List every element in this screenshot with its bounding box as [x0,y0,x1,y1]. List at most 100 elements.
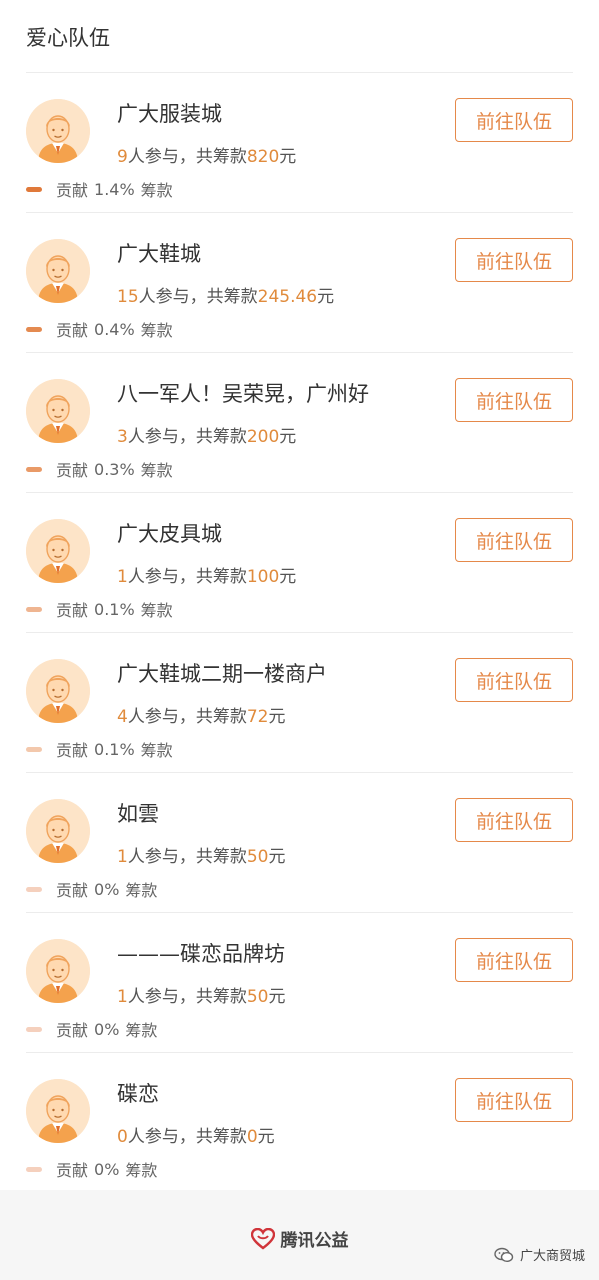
team-stats: 15人参与，共筹款245.46元 [117,282,334,307]
contribution-bar [26,606,42,612]
avatar [26,239,90,303]
currency-label: 元 [279,567,297,587]
team-name: 广大皮具城 [117,522,222,546]
go-to-team-button[interactable]: 前往队伍 [455,238,573,282]
contribution: 贡献 0.1% 筹款 [26,597,173,621]
contribution-suffix: 筹款 [125,1021,158,1040]
contribution-suffix: 筹款 [140,181,173,200]
go-to-team-button[interactable]: 前往队伍 [455,518,573,562]
go-to-team-button[interactable]: 前往队伍 [455,1078,573,1122]
team-row: 广大鞋城二期一楼商户 4人参与，共筹款72元 贡献 0.1% 筹款 前往队伍 [26,632,573,772]
currency-label: 元 [268,707,286,727]
currency-label: 元 [268,987,286,1007]
person-avatar-icon [26,1079,90,1143]
footer: 腾讯公益 广大商贸城 [0,1190,599,1280]
participant-count: 1 [117,567,128,587]
team-stats: 4人参与，共筹款72元 [117,702,285,727]
go-to-team-button[interactable]: 前往队伍 [455,798,573,842]
contribution-suffix: 筹款 [140,461,173,480]
watermark-text: 广大商贸城 [519,1249,585,1264]
team-stats: 1人参与，共筹款100元 [117,562,296,587]
go-to-team-button[interactable]: 前往队伍 [455,658,573,702]
team-name: 广大鞋城 [117,242,201,266]
participant-label: 人参与，共筹款 [127,567,247,587]
team-name: 碟恋 [117,1082,159,1106]
currency-label: 元 [279,427,297,447]
team-list: 广大服装城 9人参与，共筹款820元 贡献 1.4% 筹款 前往队伍 广大鞋城 … [0,73,599,1192]
person-avatar-icon [26,799,90,863]
participant-count: 9 [117,147,128,167]
contribution-percent: 0.4% [94,319,135,339]
participant-count: 15 [117,287,139,307]
person-avatar-icon [26,239,90,303]
participant-label: 人参与，共筹款 [138,287,258,307]
currency-label: 元 [257,1127,275,1147]
participant-count: 1 [117,987,128,1007]
contribution-suffix: 筹款 [140,601,173,620]
team-stats: 3人参与，共筹款200元 [117,422,296,447]
team-name: 广大鞋城二期一楼商户 [117,662,327,686]
currency-label: 元 [317,287,335,307]
contribution-bar [26,1166,42,1172]
contribution-prefix: 贡献 [56,461,89,480]
contribution-prefix: 贡献 [56,741,89,760]
section-header: 爱心队伍 [0,0,599,72]
participant-label: 人参与，共筹款 [127,987,247,1007]
contribution-suffix: 筹款 [125,881,158,900]
contribution-bar [26,746,42,752]
amount-raised: 245.46 [257,287,318,307]
avatar [26,659,90,723]
amount-raised: 200 [246,427,280,447]
wechat-icon [494,1247,514,1262]
avatar [26,99,90,163]
contribution-bar [26,326,42,332]
team-name: 八一军人！吴荣晃，广州好 [117,382,369,406]
avatar [26,799,90,863]
currency-label: 元 [268,847,286,867]
person-avatar-icon [26,379,90,443]
team-row: 广大皮具城 1人参与，共筹款100元 贡献 0.1% 筹款 前往队伍 [26,492,573,632]
team-stats: 0人参与，共筹款0元 [117,1122,275,1147]
amount-raised: 50 [246,847,269,867]
contribution: 贡献 0% 筹款 [26,1157,157,1181]
team-stats: 1人参与，共筹款50元 [117,982,285,1007]
contribution-prefix: 贡献 [56,601,89,620]
contribution-percent: 0.3% [94,459,135,479]
go-to-team-button[interactable]: 前往队伍 [455,98,573,142]
participant-count: 4 [117,707,128,727]
brand-name: 腾讯公益 [280,1231,349,1251]
amount-raised: 100 [246,567,280,587]
contribution-percent: 0% [94,1019,120,1039]
team-row: 广大鞋城 15人参与，共筹款245.46元 贡献 0.4% 筹款 前往队伍 [26,212,573,352]
go-to-team-button[interactable]: 前往队伍 [455,378,573,422]
avatar [26,519,90,583]
contribution-suffix: 筹款 [140,741,173,760]
person-avatar-icon [26,519,90,583]
contribution-prefix: 贡献 [56,881,89,900]
team-name: 广大服装城 [117,102,222,126]
participant-label: 人参与，共筹款 [127,147,247,167]
participant-count: 1 [117,847,128,867]
contribution: 贡献 0% 筹款 [26,1017,157,1041]
team-row: 如雲 1人参与，共筹款50元 贡献 0% 筹款 前往队伍 [26,772,573,912]
section-title: 爱心队伍 [26,26,110,50]
team-stats: 9人参与，共筹款820元 [117,142,296,167]
go-to-team-button[interactable]: 前往队伍 [455,938,573,982]
team-row: 八一军人！吴荣晃，广州好 3人参与，共筹款200元 贡献 0.3% 筹款 前往队… [26,352,573,492]
contribution: 贡献 0% 筹款 [26,877,157,901]
contribution-percent: 0% [94,1159,120,1179]
team-stats: 1人参与，共筹款50元 [117,842,285,867]
contribution-bar [26,186,42,192]
amount-raised: 820 [246,147,280,167]
contribution-percent: 1.4% [94,179,135,199]
participant-label: 人参与，共筹款 [127,427,247,447]
participant-label: 人参与，共筹款 [127,707,247,727]
contribution-suffix: 筹款 [125,1161,158,1180]
contribution: 贡献 0.4% 筹款 [26,317,173,341]
contribution-prefix: 贡献 [56,321,89,340]
contribution-percent: 0% [94,879,120,899]
participant-label: 人参与，共筹款 [127,847,247,867]
team-name: 如雲 [117,802,159,826]
person-avatar-icon [26,939,90,1003]
contribution: 贡献 0.3% 筹款 [26,457,173,481]
